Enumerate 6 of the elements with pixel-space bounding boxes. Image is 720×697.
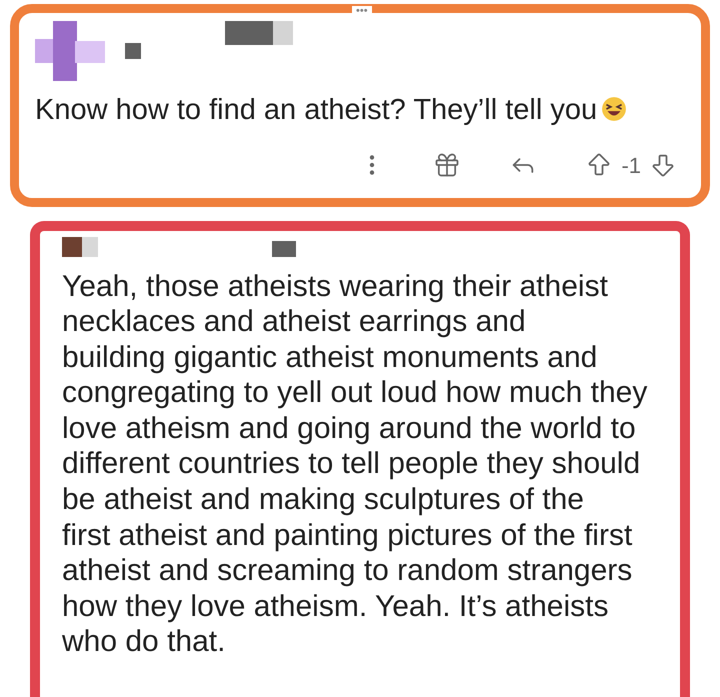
pixelated-username bbox=[272, 240, 296, 256]
vote-score: -1 bbox=[621, 152, 641, 180]
pixelated-username bbox=[225, 21, 293, 45]
comment-text: Know how to find an atheist? They’ll tell you bbox=[35, 89, 685, 132]
gift-icon[interactable] bbox=[433, 151, 462, 179]
comment-text: Yeah, those atheists wearing their atheist necklaces and atheist earrings and building gigantic atheist monuments and congregating to yell out loud how much they love atheism and going around the world to different countries to tell people they should be atheist and making sculptures of the first atheist and painting pictures of the first atheist and screaming to random strangers how they love atheism. Yeah. It’s atheists who do that. bbox=[62, 268, 648, 660]
